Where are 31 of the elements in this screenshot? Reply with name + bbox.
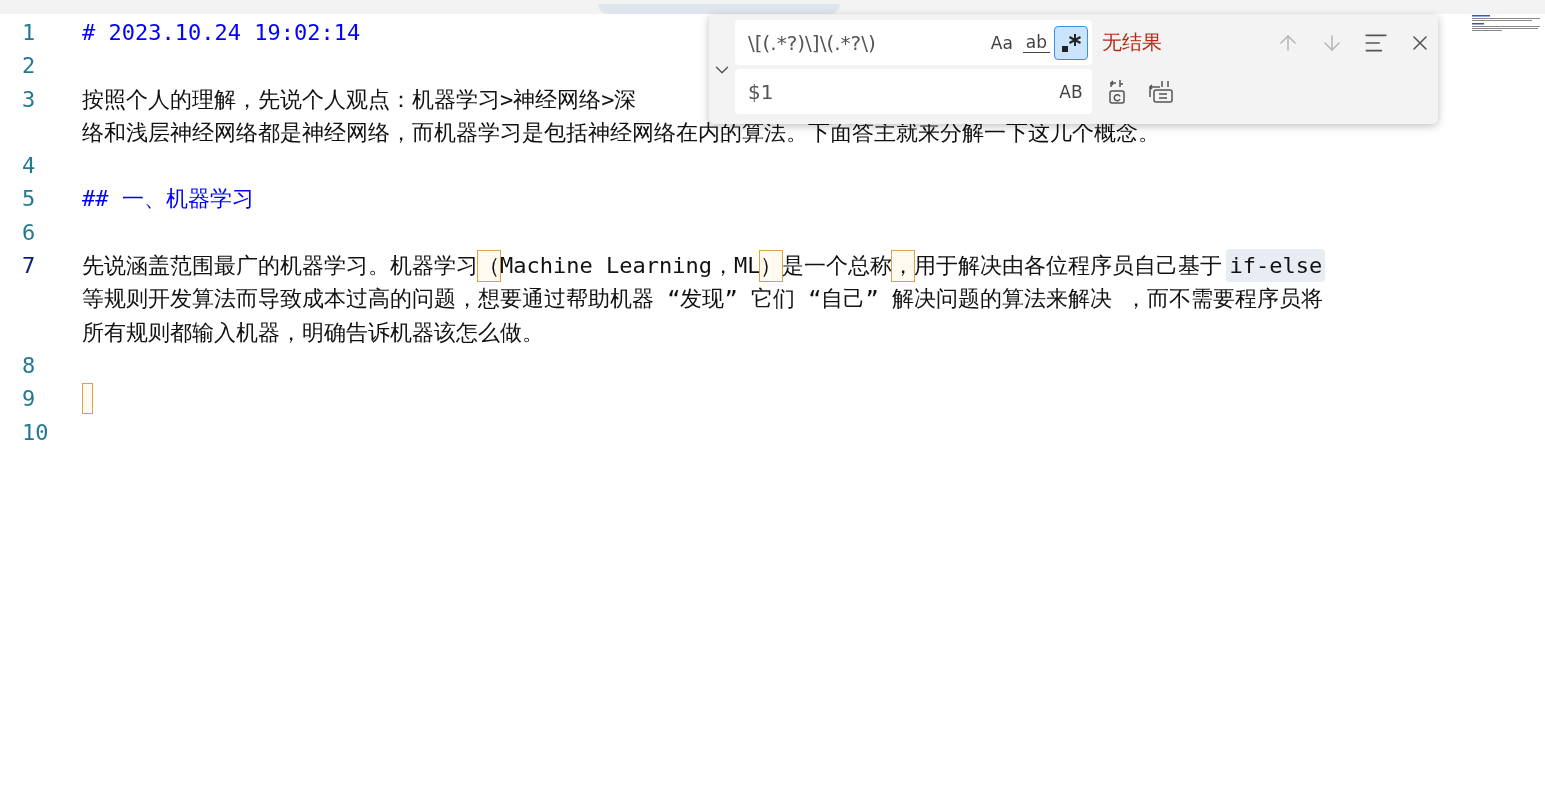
line-number: 2 — [21, 52, 37, 81]
line-text: 等规则开发算法而导致成本过高的问题，想要通过帮助机器 “发现” 它们 “自己” 解决问题的算法来解决 ，而不需要程序员将 — [82, 285, 1324, 314]
inline-code: if-else — [1226, 249, 1326, 283]
line-text: 先说涵盖范围最广的机器学习。机器学习 — [82, 252, 478, 281]
line-number: 9 — [21, 385, 37, 414]
bracket-highlight: ， — [892, 250, 915, 281]
line-number: 6 — [21, 218, 37, 247]
preserve-case-toggle[interactable]: AB — [1054, 74, 1088, 109]
line-number: 4 — [21, 152, 37, 181]
line-text: 是一个总称 — [782, 252, 893, 281]
line-number: 3 — [21, 85, 37, 114]
bracket-highlight: ） — [760, 250, 783, 281]
replace-field[interactable]: $1 AB — [735, 69, 1092, 114]
replace-all-icon[interactable] — [1148, 78, 1176, 105]
result-status: 无结果 — [1102, 29, 1163, 56]
line-text: 按照个人的理解，先说个人观点：机器学习>神经网络>深 — [82, 85, 637, 114]
match-case-toggle[interactable]: Aa — [984, 25, 1019, 60]
line-text: Machine Learning，ML — [500, 252, 761, 281]
find-field[interactable]: \[(.*?)\]\(.*?\) Aa ab — [735, 20, 1092, 65]
line-number: 10 — [21, 418, 50, 447]
line-number: 8 — [21, 351, 37, 380]
whole-word-toggle[interactable]: ab — [1018, 25, 1054, 60]
heading-text: ## 一、机器学习 — [82, 185, 254, 214]
line-number: 1 — [21, 19, 37, 47]
heading-text: # 2023.10.24 19:02:14 — [82, 19, 361, 47]
regex-toggle[interactable] — [1054, 25, 1088, 60]
line-text: 所有规则都输入机器，明确告诉机器该怎么做。 — [82, 318, 544, 347]
line-text: 用于解决由各位程序员自己基于 — [914, 252, 1223, 281]
bracket-highlight: （ — [478, 250, 500, 281]
line-number: 5 — [21, 185, 37, 214]
line-number: 7 — [21, 252, 37, 281]
